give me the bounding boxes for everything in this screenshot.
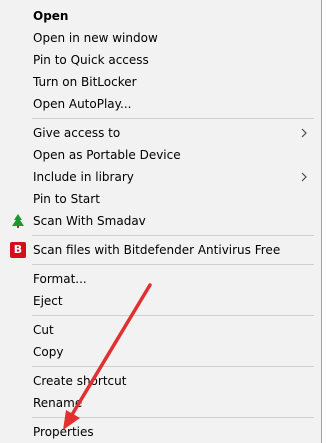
menu-item-format[interactable]: Format...	[1, 268, 319, 290]
menu-separator	[32, 264, 314, 265]
menu-item-label: Copy	[33, 345, 64, 359]
background-window-edge	[322, 0, 327, 443]
menu-item-turn-on-bitlocker[interactable]: Turn on BitLocker	[1, 71, 319, 93]
menu-item-properties[interactable]: Properties	[1, 421, 319, 443]
menu-item-eject[interactable]: Eject	[1, 290, 319, 312]
menu-item-cut[interactable]: Cut	[1, 319, 319, 341]
menu-item-label: Turn on BitLocker	[33, 75, 137, 89]
menu-item-open-autoplay[interactable]: Open AutoPlay...	[1, 93, 319, 115]
menu-item-label: Pin to Start	[33, 192, 100, 206]
menu-item-create-shortcut[interactable]: Create shortcut	[1, 370, 319, 392]
menu-item-include-in-library[interactable]: Include in library	[1, 166, 319, 188]
menu-separator	[32, 235, 314, 236]
menu-item-open[interactable]: Open	[1, 5, 319, 27]
menu-item-open-portable-device[interactable]: Open as Portable Device	[1, 144, 319, 166]
menu-item-copy[interactable]: Copy	[1, 341, 319, 363]
menu-item-open-new-window[interactable]: Open in new window	[1, 27, 319, 49]
menu-separator	[32, 118, 314, 119]
menu-separator	[32, 366, 314, 367]
screenshot: Open Open in new window Pin to Quick acc…	[0, 0, 327, 443]
menu-item-label: Rename	[33, 396, 83, 410]
menu-item-label: Properties	[33, 425, 94, 439]
menu-item-label: Include in library	[33, 170, 134, 184]
menu-separator	[32, 315, 314, 316]
menu-item-label: Open in new window	[33, 31, 158, 45]
chevron-right-icon	[301, 172, 307, 182]
menu-item-label: Format...	[33, 272, 87, 286]
menu-item-label: Cut	[33, 323, 54, 337]
menu-item-label: Open as Portable Device	[33, 148, 181, 162]
menu-item-label: Eject	[33, 294, 63, 308]
menu-item-rename[interactable]: Rename	[1, 392, 319, 414]
menu-item-scan-bitdefender[interactable]: B Scan files with Bitdefender Antivirus …	[1, 239, 319, 261]
bitdefender-icon: B	[10, 242, 26, 258]
menu-item-scan-smadav[interactable]: Scan With Smadav	[1, 210, 319, 232]
menu-item-label: Create shortcut	[33, 374, 127, 388]
menu-item-label: Open AutoPlay...	[33, 97, 132, 111]
menu-item-label: Open	[33, 9, 69, 23]
menu-item-label: Pin to Quick access	[33, 53, 149, 67]
smadav-icon	[12, 214, 24, 228]
chevron-right-icon	[301, 128, 307, 138]
menu-item-pin-quick-access[interactable]: Pin to Quick access	[1, 49, 319, 71]
menu-item-label: Scan With Smadav	[33, 214, 146, 228]
menu-item-give-access[interactable]: Give access to	[1, 122, 319, 144]
context-menu: Open Open in new window Pin to Quick acc…	[0, 0, 322, 443]
menu-item-label: Give access to	[33, 126, 121, 140]
menu-item-label: Scan files with Bitdefender Antivirus Fr…	[33, 243, 281, 257]
menu-separator	[32, 417, 314, 418]
menu-item-pin-to-start[interactable]: Pin to Start	[1, 188, 319, 210]
